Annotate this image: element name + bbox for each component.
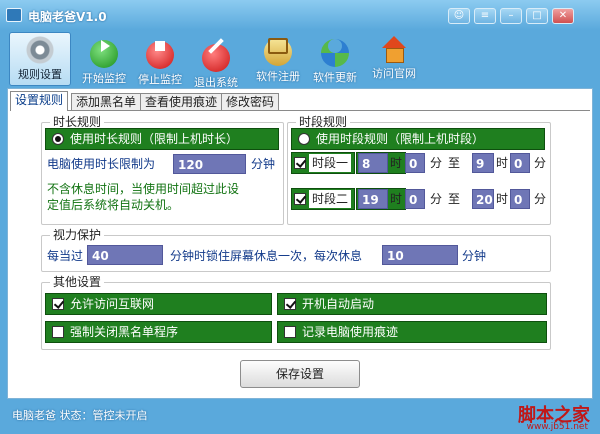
radio-selected-icon (52, 133, 64, 145)
toolbar-label: 软件注册 (256, 70, 300, 83)
duration-note-line1: 不含休息时间，当使用时间超过此设 (47, 182, 240, 196)
ban-icon (202, 44, 230, 72)
update-icon (321, 39, 349, 67)
duration-rule-label: 使用时长规则（限制上机时长） (70, 132, 239, 146)
period-1-start-hour[interactable]: 8 (358, 153, 388, 173)
option-force-close-blacklist[interactable]: 强制关闭黑名单程序 (45, 321, 272, 343)
option-allow-internet[interactable]: 允许访问互联网 (45, 293, 272, 315)
minute-unit: 分 (430, 156, 443, 170)
period-2-start-minute[interactable]: 0 (405, 189, 425, 209)
radio-unselected-icon (298, 133, 310, 145)
period-rules-legend: 时段规则 (296, 115, 351, 129)
skin-button[interactable]: ☺ (448, 8, 470, 24)
settings-panel: 设置规则 添加黑名单 查看使用痕迹 修改密码 时长规则 使用时长规则（限制上机时… (7, 88, 593, 399)
to-label: 至 (448, 156, 461, 170)
toolbar-label: 访问官网 (372, 67, 416, 80)
vision-rest-unit: 分钟 (462, 249, 487, 263)
hour-unit: 时 (390, 192, 403, 206)
tab-divider (10, 110, 590, 111)
tab-change-password[interactable]: 修改密码 (221, 93, 280, 111)
option-label: 强制关闭黑名单程序 (70, 325, 179, 339)
window-title: 电脑老爸V1.0 (28, 10, 107, 24)
maximize-button[interactable]: □ (526, 8, 548, 24)
tab-usage-history[interactable]: 查看使用痕迹 (140, 93, 223, 111)
hour-unit: 时 (390, 156, 403, 170)
home-icon (380, 35, 408, 63)
checkbox-checked-icon (52, 298, 64, 310)
checkbox-unchecked-icon (52, 326, 64, 338)
period-1-end-minute[interactable]: 0 (510, 153, 530, 173)
vision-protection-legend: 视力保护 (50, 228, 105, 242)
hour-unit: 时 (496, 156, 509, 170)
period-2-start-hour[interactable]: 19 (358, 189, 388, 209)
app-logo-icon (6, 8, 22, 22)
duration-limit-input[interactable]: 120 (173, 154, 246, 174)
toolbar-register[interactable]: 软件注册 (247, 32, 309, 86)
other-settings-legend: 其他设置 (50, 275, 105, 289)
checkbox-unchecked-icon (284, 326, 296, 338)
option-record-usage[interactable]: 记录电脑使用痕迹 (277, 321, 547, 343)
vision-prefix: 每当过 (47, 249, 84, 263)
app-window: 电脑老爸V1.0 ☺ ≡ – □ ✕ 规则设置 开始监控 停止监控 退出系统 软… (0, 0, 600, 434)
period-2-checkbox[interactable] (294, 193, 306, 205)
toolbar-rule-settings[interactable]: 规则设置 (9, 32, 71, 86)
period-rule-label: 使用时段规则（限制上机时段） (316, 132, 485, 146)
duration-limit-label: 电脑使用时长限制为 (47, 157, 156, 171)
vision-interval-input[interactable]: 40 (87, 245, 163, 265)
other-settings-group: 其他设置 允许访问互联网 开机自动启动 强制关闭黑名单程序 记录电脑使用痕迹 (41, 275, 551, 350)
menu-button[interactable]: ≡ (474, 8, 496, 24)
toolbar-label: 软件更新 (313, 71, 357, 84)
period-2-end-hour[interactable]: 20 (472, 189, 494, 209)
gear-icon (26, 36, 54, 64)
minimize-button[interactable]: – (500, 8, 522, 24)
duration-rules-legend: 时长规则 (50, 115, 105, 129)
toolbar: 规则设置 开始监控 停止监控 退出系统 软件注册 软件更新 访问官网 (0, 30, 600, 89)
watermark-url: www.jb51.net (526, 422, 588, 432)
checkbox-checked-icon (284, 298, 296, 310)
toolbar-start-monitor[interactable]: 开始监控 (73, 32, 135, 86)
toolbar-website[interactable]: 访问官网 (363, 32, 425, 86)
register-icon (264, 38, 292, 66)
option-label: 允许访问互联网 (70, 297, 155, 311)
status-text: 电脑老爸 状态：管控未开启 (12, 409, 148, 422)
toolbar-label: 停止监控 (138, 73, 182, 86)
title-bar: 电脑老爸V1.0 ☺ ≡ – □ ✕ (0, 0, 600, 30)
stop-icon (146, 41, 174, 69)
period-1-checkbox[interactable] (294, 157, 306, 169)
period-2-end-minute[interactable]: 0 (510, 189, 530, 209)
toolbar-label: 开始监控 (82, 72, 126, 85)
option-label: 记录电脑使用痕迹 (302, 325, 399, 339)
period-rule-radio[interactable]: 使用时段规则（限制上机时段） (291, 128, 545, 150)
duration-rule-radio[interactable]: 使用时长规则（限制上机时长） (45, 128, 279, 150)
toolbar-exit[interactable]: 退出系统 (185, 32, 247, 89)
status-bar: 电脑老爸 状态：管控未开启 脚本之家 www.jb51.net (0, 399, 600, 434)
toolbar-stop-monitor[interactable]: 停止监控 (129, 32, 191, 86)
close-button[interactable]: ✕ (552, 8, 574, 24)
vision-middle-text: 分钟时锁住屏幕休息一次，每次休息 (170, 249, 363, 263)
minute-unit: 分 (534, 192, 547, 206)
minute-unit: 分 (534, 156, 547, 170)
option-label: 开机自动启动 (302, 297, 375, 311)
vision-rest-input[interactable]: 10 (382, 245, 458, 265)
period-1-label: 时段一 (308, 153, 353, 173)
tab-blacklist[interactable]: 添加黑名单 (71, 93, 142, 111)
hour-unit: 时 (496, 192, 509, 206)
period-1-start-minute[interactable]: 0 (405, 153, 425, 173)
toolbar-label: 规则设置 (18, 68, 62, 81)
to-label: 至 (448, 192, 461, 206)
tab-rule-settings[interactable]: 设置规则 (10, 91, 69, 111)
duration-limit-unit: 分钟 (251, 157, 276, 171)
save-button[interactable]: 保存设置 (240, 360, 360, 388)
period-2-label: 时段二 (308, 189, 353, 209)
period-rules-group: 时段规则 使用时段规则（限制上机时段） 时段一 8 时 0 分 至 9 时 0 … (287, 115, 551, 225)
option-autostart[interactable]: 开机自动启动 (277, 293, 547, 315)
duration-rules-group: 时长规则 使用时长规则（限制上机时长） 电脑使用时长限制为 120 分钟 不含休… (41, 115, 284, 225)
minute-unit: 分 (430, 192, 443, 206)
duration-note-line2: 定值后系统将自动关机。 (47, 198, 180, 212)
vision-protection-group: 视力保护 每当过 40 分钟时锁住屏幕休息一次，每次休息 10 分钟 (41, 228, 551, 272)
play-icon (90, 40, 118, 68)
toolbar-update[interactable]: 软件更新 (304, 32, 366, 86)
period-1-end-hour[interactable]: 9 (472, 153, 494, 173)
